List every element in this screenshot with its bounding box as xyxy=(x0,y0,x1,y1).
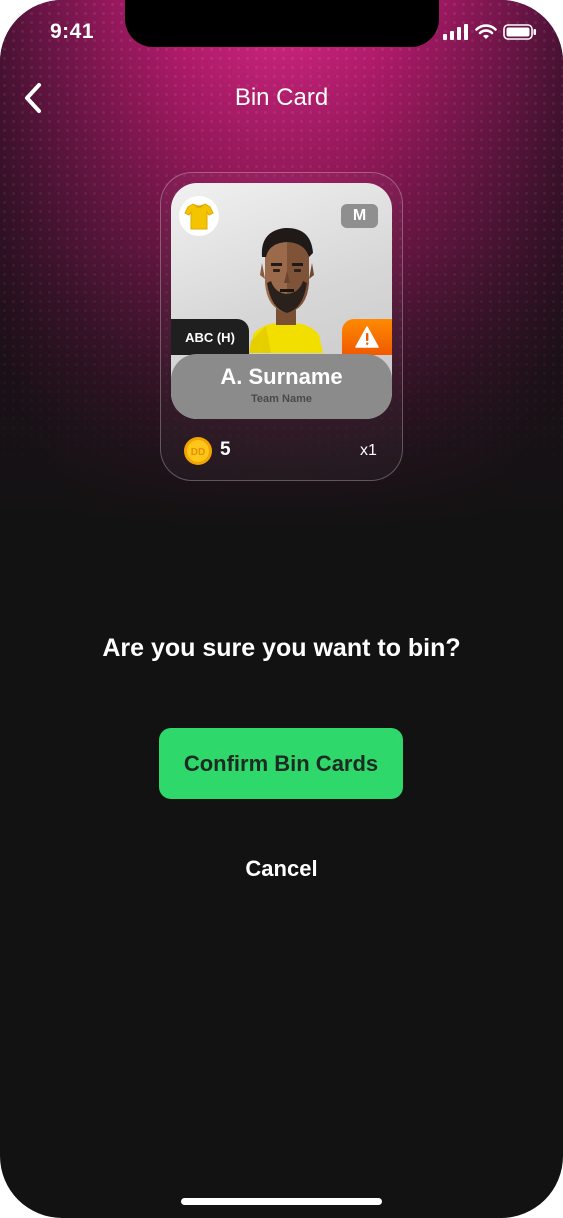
shirt-icon xyxy=(184,203,214,230)
position-badge: M xyxy=(341,204,378,228)
status-icons xyxy=(443,24,537,40)
phone-screen: 9:41 Bin Card M ABC (H) A. Surname Team … xyxy=(0,0,563,1218)
fixture-tag: ABC (H) xyxy=(171,319,249,355)
card-quantity: x1 xyxy=(360,442,377,459)
team-shirt-badge xyxy=(179,196,219,236)
confirm-bin-button[interactable]: Confirm Bin Cards xyxy=(159,728,403,799)
svg-text:DD: DD xyxy=(191,447,205,458)
status-time: 9:41 xyxy=(50,20,95,43)
battery-icon xyxy=(503,24,536,40)
warning-tag xyxy=(342,319,392,355)
signal-icon xyxy=(443,24,468,40)
home-indicator xyxy=(181,1198,382,1205)
team-name: Team Name xyxy=(251,393,312,405)
confirm-question: Are you sure you want to bin? xyxy=(102,634,461,662)
player-card: M ABC (H) A. Surname Team Name xyxy=(171,183,392,419)
warning-icon xyxy=(355,326,379,348)
device-notch xyxy=(125,0,439,47)
player-name: A. Surname xyxy=(220,364,343,389)
cancel-button[interactable]: Cancel xyxy=(0,856,563,882)
wifi-icon xyxy=(475,24,497,39)
page-title: Bin Card xyxy=(234,84,329,111)
card-price: 5 xyxy=(220,439,231,460)
coin-icon: DD xyxy=(184,437,212,465)
